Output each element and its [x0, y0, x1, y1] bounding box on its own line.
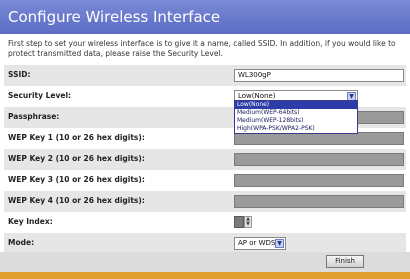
security-level-dropdown: Low(None) Medium(WEP-64bits) Medium(WEP-… [234, 100, 358, 134]
wep-key-2-label: WEP Key 2 (10 or 26 hex digits): [8, 154, 145, 163]
chevron-down-icon[interactable]: ▼ [275, 239, 284, 248]
key-index-label: Key Index: [8, 217, 53, 226]
security-option[interactable]: Medium(WEP-128bits) [235, 117, 357, 125]
ssid-row: SSID: WL300gP [4, 65, 406, 86]
wep-key-3-label: WEP Key 3 (10 or 26 hex digits): [8, 175, 145, 184]
mode-select[interactable]: AP or WDS ▼ [234, 237, 286, 250]
intro-text: First step to set your wireless interfac… [8, 39, 396, 58]
wep-key-3-row: WEP Key 3 (10 or 26 hex digits): [4, 170, 406, 191]
wep-key-2-row: WEP Key 2 (10 or 26 hex digits): [4, 149, 406, 170]
security-level-label: Security Level: [8, 91, 72, 100]
wireless-config-window: Configure Wireless Interface First step … [0, 0, 410, 279]
security-option[interactable]: Medium(WEP-64bits) [235, 109, 357, 117]
page-title: Configure Wireless Interface [0, 0, 410, 34]
mode-label: Mode: [8, 238, 35, 247]
passphrase-label: Passphrase: [8, 112, 60, 121]
mode-row: Mode: AP or WDS ▼ [4, 233, 406, 254]
wep-key-1-label: WEP Key 1 (10 or 26 hex digits): [8, 133, 145, 142]
wep-key-2-input[interactable] [234, 153, 404, 166]
wep-key-4-label: WEP Key 4 (10 or 26 hex digits): [8, 196, 145, 205]
security-option[interactable]: Low(None) [235, 101, 357, 109]
ssid-label: SSID: [8, 70, 31, 79]
security-option[interactable]: High(WPA-PSK/WPA2-PSK) [235, 125, 357, 133]
ssid-input[interactable]: WL300gP [234, 69, 404, 82]
key-index-select[interactable] [234, 216, 244, 228]
form-footer: Finish [0, 252, 410, 272]
security-level-value: Low(None) [238, 92, 276, 100]
wep-key-3-input[interactable] [234, 174, 404, 187]
bottom-accent-bar [0, 272, 410, 279]
mode-value: AP or WDS [238, 239, 276, 247]
wep-key-4-row: WEP Key 4 (10 or 26 hex digits): [4, 191, 406, 212]
finish-button[interactable]: Finish [326, 255, 364, 268]
key-index-arrow-icon[interactable]: ▲ ▼ [244, 216, 252, 228]
key-index-row: Key Index: ▲ ▼ [4, 212, 406, 233]
wep-key-4-input[interactable] [234, 195, 404, 208]
